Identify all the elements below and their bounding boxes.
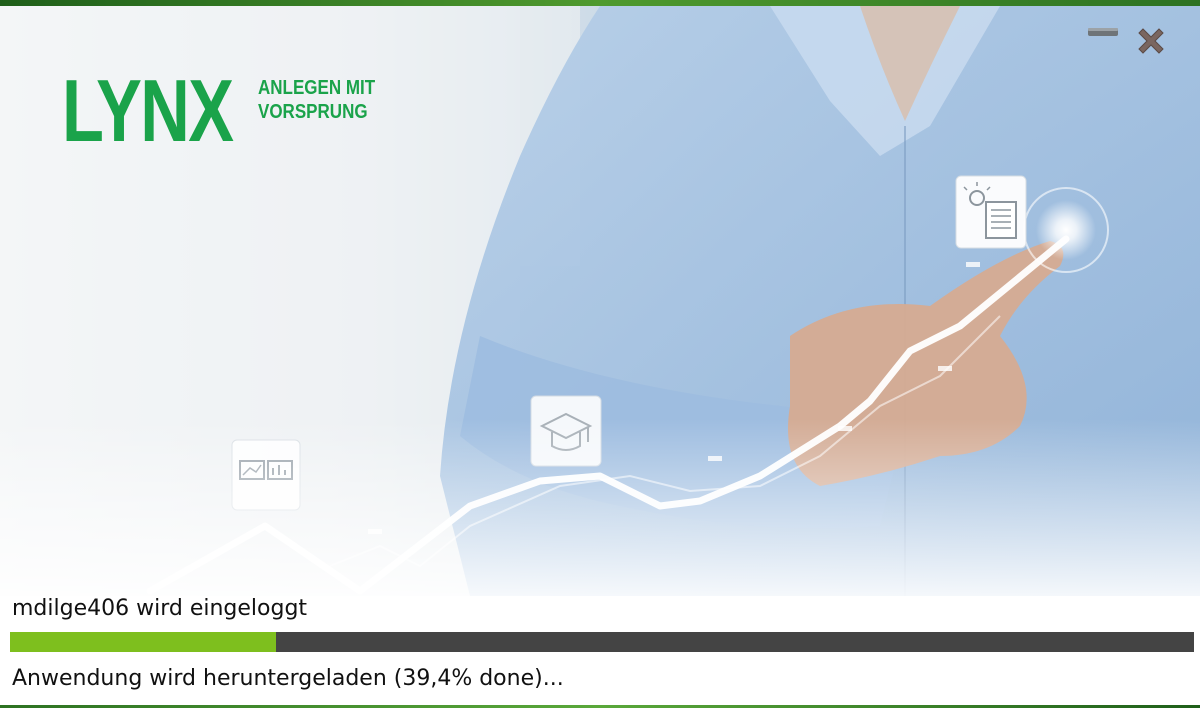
minimize-icon bbox=[1088, 28, 1118, 36]
download-progress-bar bbox=[10, 632, 1194, 652]
minimize-button[interactable] bbox=[1086, 24, 1126, 60]
close-x-icon bbox=[1138, 28, 1164, 54]
hero-image: LYNX ANLEGEN MIT VORSPRUNG bbox=[0, 6, 1200, 596]
tagline-line-2: VORSPRUNG bbox=[258, 101, 368, 123]
login-status-text: mdilge406 wird eingeloggt bbox=[12, 596, 308, 621]
progress-fill bbox=[10, 632, 277, 652]
logo-tagline: ANLEGEN MIT VORSPRUNG bbox=[258, 76, 375, 124]
lynx-logo: LYNX ANLEGEN MIT VORSPRUNG bbox=[62, 61, 396, 160]
status-panel: mdilge406 wird eingeloggt Anwendung wird… bbox=[0, 596, 1200, 705]
tagline-line-1: ANLEGEN MIT bbox=[258, 77, 376, 99]
logo-wordmark: LYNX bbox=[62, 61, 234, 160]
download-status-text: Anwendung wird heruntergeladen (39,4% do… bbox=[12, 666, 564, 691]
close-button[interactable] bbox=[1134, 24, 1174, 60]
